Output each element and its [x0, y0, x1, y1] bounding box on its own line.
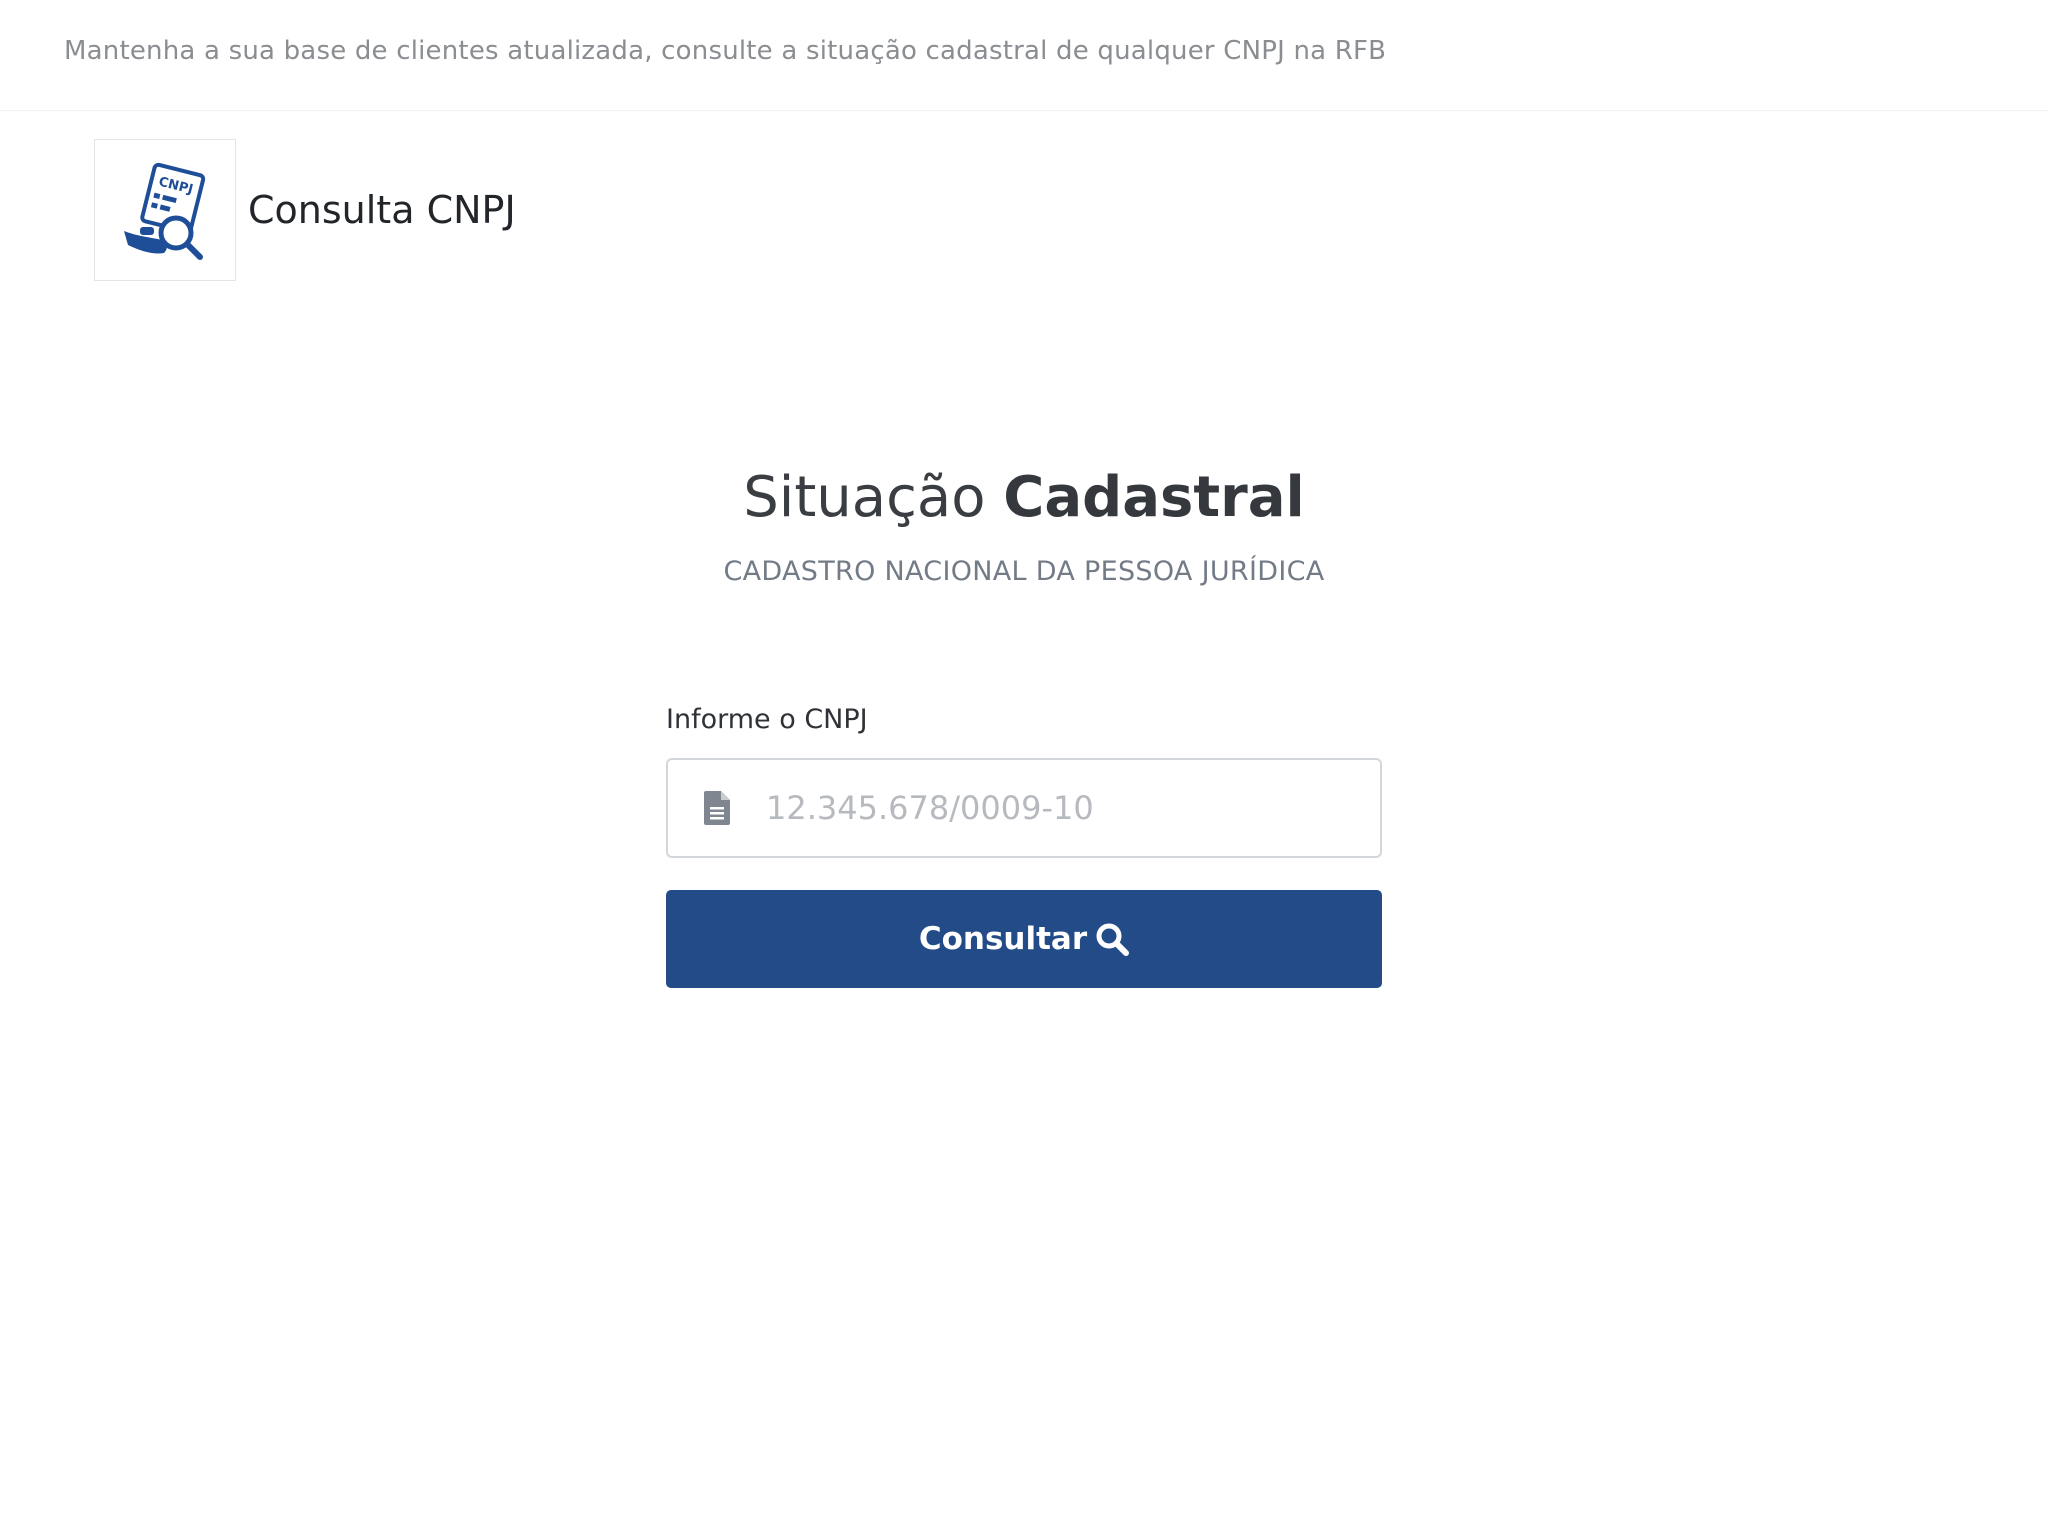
tagline: Mantenha a sua base de clientes atualiza…: [64, 36, 1387, 66]
top-bar: Mantenha a sua base de clientes atualiza…: [0, 0, 2048, 111]
brand-name[interactable]: Consulta CNPJ: [248, 188, 516, 232]
page-title-bold: Cadastral: [1003, 465, 1305, 530]
hero: Situação Cadastral CADASTRO NACIONAL DA …: [0, 462, 2048, 587]
cnpj-field-label: Informe o CNPJ: [666, 704, 868, 735]
logo[interactable]: CNPJ: [94, 139, 236, 281]
document-icon: [704, 791, 730, 825]
page-subtitle: CADASTRO NACIONAL DA PESSOA JURÍDICA: [723, 556, 1325, 587]
cnpj-form: Informe o CNPJ Consultar: [666, 700, 1382, 988]
cnpj-input-wrapper[interactable]: [666, 758, 1382, 858]
brand[interactable]: CNPJ Consulta CNPJ: [94, 138, 516, 282]
cnpj-logo-icon: CNPJ: [124, 162, 206, 260]
search-icon: [1095, 922, 1130, 956]
consultar-button[interactable]: Consultar: [666, 890, 1382, 988]
consultar-button-label: Consultar: [918, 921, 1088, 957]
cnpj-input[interactable]: [764, 777, 1380, 839]
page-title-regular: Situação: [743, 465, 1004, 530]
page-title: Situação Cadastral: [0, 462, 2048, 534]
